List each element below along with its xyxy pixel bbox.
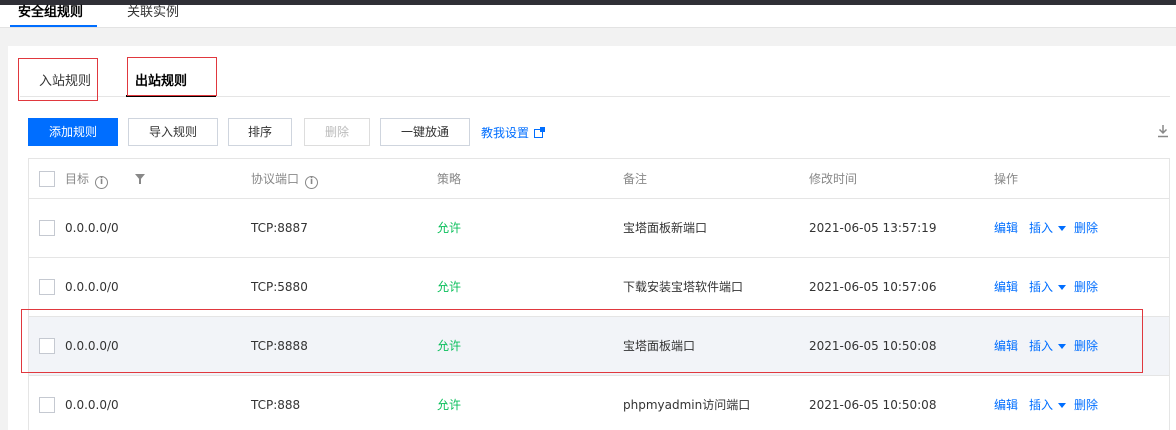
cell-port: TCP:8887 [251,221,308,235]
cell-target: 0.0.0.0/0 [65,339,119,353]
help-setup-link[interactable]: 教我设置 [481,124,546,141]
tab-associated-instances[interactable]: 关联实例 [127,5,179,21]
edit-link[interactable]: 编辑 [994,279,1018,295]
caret-down-icon [1058,403,1067,408]
row-checkbox[interactable] [39,397,55,413]
cell-remark: 宝塔面板端口 [623,339,696,353]
caret-down-icon [1058,344,1067,349]
cell-time: 2021-06-05 10:57:06 [809,280,937,294]
insert-dropdown[interactable]: 插入 [1029,397,1067,413]
delete-link[interactable]: 删除 [1074,397,1098,413]
header-actions: 操作 [994,172,1019,186]
table-row: 0.0.0.0/0 TCP:8888 允许 宝塔面板端口 2021-06-05 … [29,317,1169,376]
delete-link[interactable]: 删除 [1074,279,1098,295]
insert-label: 插入 [1029,339,1054,353]
one-click-open-button[interactable]: 一键放通 [380,118,470,146]
cell-policy: 允许 [437,339,462,353]
cell-port: TCP:8888 [251,339,308,353]
row-checkbox[interactable] [39,279,55,295]
external-link-icon [534,127,546,138]
rules-table: 目标 i 协议端口 i 策略 备注 修改时间 操作 0.0.0.0/0 TCP:88… [28,158,1170,430]
cell-remark: 宝塔面板新端口 [623,221,708,235]
cell-port: TCP:888 [251,398,301,412]
row-checkbox[interactable] [39,220,55,236]
insert-dropdown[interactable]: 插入 [1029,338,1067,354]
edit-link[interactable]: 编辑 [994,397,1018,413]
add-rule-button[interactable]: 添加规则 [28,118,118,146]
header-modified-time: 修改时间 [809,172,858,186]
header-target-label: 目标 [65,172,90,186]
tab-outbound-rules[interactable]: 出站规则 [135,74,187,90]
select-all-checkbox[interactable] [39,171,55,187]
tab-security-group-rules[interactable]: 安全组规则 [18,5,83,21]
insert-dropdown[interactable]: 插入 [1029,220,1067,236]
insert-label: 插入 [1029,398,1054,412]
cell-time: 2021-06-05 10:50:08 [809,398,937,412]
table-row: 0.0.0.0/0 TCP:8887 允许 宝塔面板新端口 2021-06-05… [29,199,1169,258]
cell-policy: 允许 [437,398,462,412]
caret-down-icon [1058,226,1067,231]
filter-icon[interactable] [135,174,145,184]
caret-down-icon [1058,285,1067,290]
table-row: 0.0.0.0/0 TCP:5880 允许 下载安装宝塔软件端口 2021-06… [29,258,1169,317]
delete-link[interactable]: 删除 [1074,220,1098,236]
cell-time: 2021-06-05 13:57:19 [809,221,937,235]
header-remark: 备注 [623,172,648,186]
table-header: 目标 i 协议端口 i 策略 备注 修改时间 操作 [29,159,1169,199]
edit-link[interactable]: 编辑 [994,338,1018,354]
cell-port: TCP:5880 [251,280,308,294]
insert-label: 插入 [1029,280,1054,294]
cell-target: 0.0.0.0/0 [65,280,119,294]
cell-policy: 允许 [437,280,462,294]
download-icon[interactable] [1157,124,1169,138]
cell-remark: phpmyadmin访问端口 [623,398,751,412]
help-setup-label: 教我设置 [481,126,530,140]
table-row: 0.0.0.0/0 TCP:888 允许 phpmyadmin访问端口 2021… [29,376,1169,430]
row-checkbox[interactable] [39,338,55,354]
header-protocol-port-label: 协议端口 [251,172,300,186]
header-protocol-port: 协议端口 i [251,171,319,189]
delete-button[interactable]: 删除 [304,118,370,146]
import-rule-button[interactable]: 导入规则 [128,118,218,146]
tab-inbound-rules[interactable]: 入站规则 [39,74,91,90]
cell-time: 2021-06-05 10:50:08 [809,339,937,353]
cell-remark: 下载安装宝塔软件端口 [623,280,744,294]
top-tab-bar: 安全组规则 关联实例 [0,5,1176,28]
cell-target: 0.0.0.0/0 [65,398,119,412]
active-subtab-indicator [126,95,216,97]
insert-dropdown[interactable]: 插入 [1029,279,1067,295]
edit-link[interactable]: 编辑 [994,220,1018,236]
cell-target: 0.0.0.0/0 [65,221,119,235]
delete-link[interactable]: 删除 [1074,338,1098,354]
info-icon[interactable]: i [305,176,319,189]
info-icon[interactable]: i [95,176,109,189]
insert-label: 插入 [1029,221,1054,235]
header-target: 目标 i [65,171,109,189]
header-policy: 策略 [437,172,462,186]
sort-button[interactable]: 排序 [228,118,292,146]
active-tab-indicator [10,25,97,27]
cell-policy: 允许 [437,221,462,235]
